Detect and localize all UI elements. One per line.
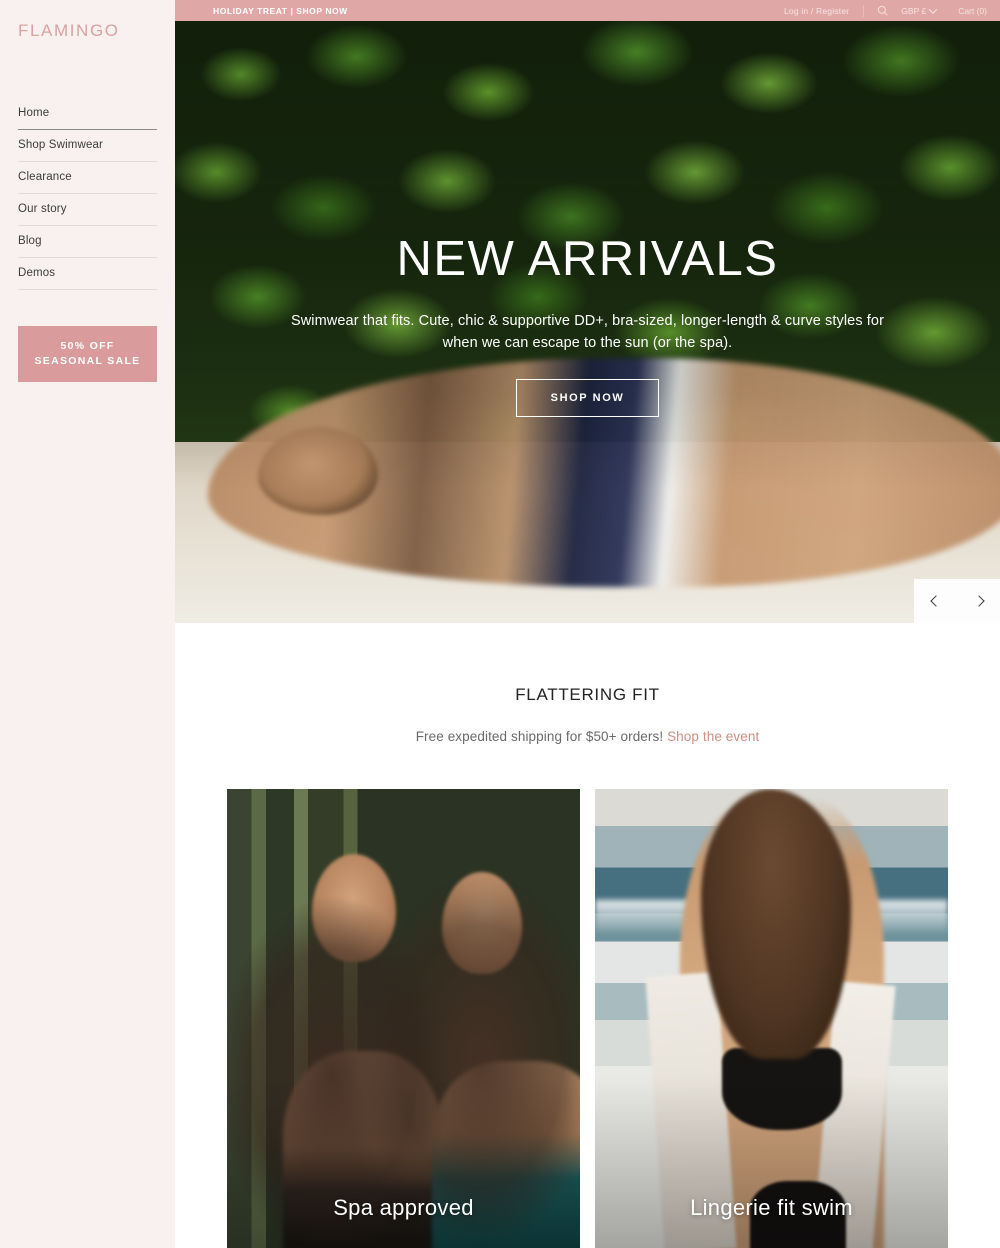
seasonal-sale-button[interactable]: 50% OFF SEASONAL SALE: [18, 326, 157, 383]
card-vignette: [227, 789, 580, 1248]
sidebar-nav: Home Shop Swimwear Clearance Our story B…: [18, 98, 157, 290]
sidebar-item-home[interactable]: Home: [18, 98, 157, 130]
login-register-link[interactable]: Log in / Register: [770, 6, 863, 16]
sidebar-item-our-story[interactable]: Our story: [18, 194, 157, 226]
hero-title: NEW ARRIVALS: [396, 232, 779, 286]
card-vignette: [595, 789, 948, 1248]
page-root: FLAMINGO Home Shop Swimwear Clearance Ou…: [0, 0, 1000, 1248]
collection-card-lingerie-fit-swim[interactable]: Lingerie fit swim: [595, 789, 948, 1248]
cart-link[interactable]: Cart (0): [952, 6, 987, 16]
topbar-utilities: Log in / Register GBP £ Cart (0): [770, 4, 987, 17]
sidebar-item-shop-swimwear[interactable]: Shop Swimwear: [18, 130, 157, 162]
chevron-left-icon[interactable]: [925, 590, 947, 612]
brand-logo[interactable]: FLAMINGO: [18, 21, 157, 41]
announcement-text[interactable]: HOLIDAY TREAT | SHOP NOW: [213, 6, 348, 16]
feature-subtitle: Free expedited shipping for $50+ orders!…: [175, 729, 1000, 744]
sale-button-line-2: SEASONAL SALE: [34, 355, 141, 368]
sidebar: FLAMINGO Home Shop Swimwear Clearance Ou…: [0, 0, 175, 1248]
carousel-controls: [914, 579, 1000, 623]
chevron-right-icon[interactable]: [968, 590, 990, 612]
search-icon[interactable]: [864, 5, 901, 16]
sidebar-item-blog[interactable]: Blog: [18, 226, 157, 258]
card-caption: Lingerie fit swim: [690, 1195, 853, 1220]
feature-title: FLATTERING FIT: [515, 685, 660, 704]
currency-selector[interactable]: GBP £: [901, 4, 952, 16]
feature-section: FLATTERING FIT Free expedited shipping f…: [175, 623, 1000, 1248]
shop-the-event-link[interactable]: Shop the event: [667, 729, 759, 744]
hero-content: NEW ARRIVALS Swimwear that fits. Cute, c…: [175, 235, 1000, 417]
main-content: HOLIDAY TREAT | SHOP NOW Log in / Regist…: [175, 0, 1000, 1248]
collection-card-spa-approved[interactable]: Spa approved: [227, 789, 580, 1248]
chevron-down-icon: [928, 4, 938, 14]
collection-cards: Spa approved Lingerie fit swim: [175, 744, 1000, 1248]
hero-banner: NEW ARRIVALS Swimwear that fits. Cute, c…: [175, 21, 1000, 623]
sidebar-item-demos[interactable]: Demos: [18, 258, 157, 290]
sidebar-item-clearance[interactable]: Clearance: [18, 162, 157, 194]
hero-subtitle: Swimwear that fits. Cute, chic & support…: [290, 313, 885, 352]
announcement-bar: HOLIDAY TREAT | SHOP NOW Log in / Regist…: [175, 0, 1000, 21]
card-caption: Spa approved: [333, 1195, 474, 1220]
hero-shop-now-button[interactable]: SHOP NOW: [515, 378, 660, 417]
currency-label: GBP £: [901, 5, 927, 16]
shipping-note: Free expedited shipping for $50+ orders!: [415, 729, 664, 744]
sale-button-line-1: 50% OFF: [60, 340, 115, 352]
